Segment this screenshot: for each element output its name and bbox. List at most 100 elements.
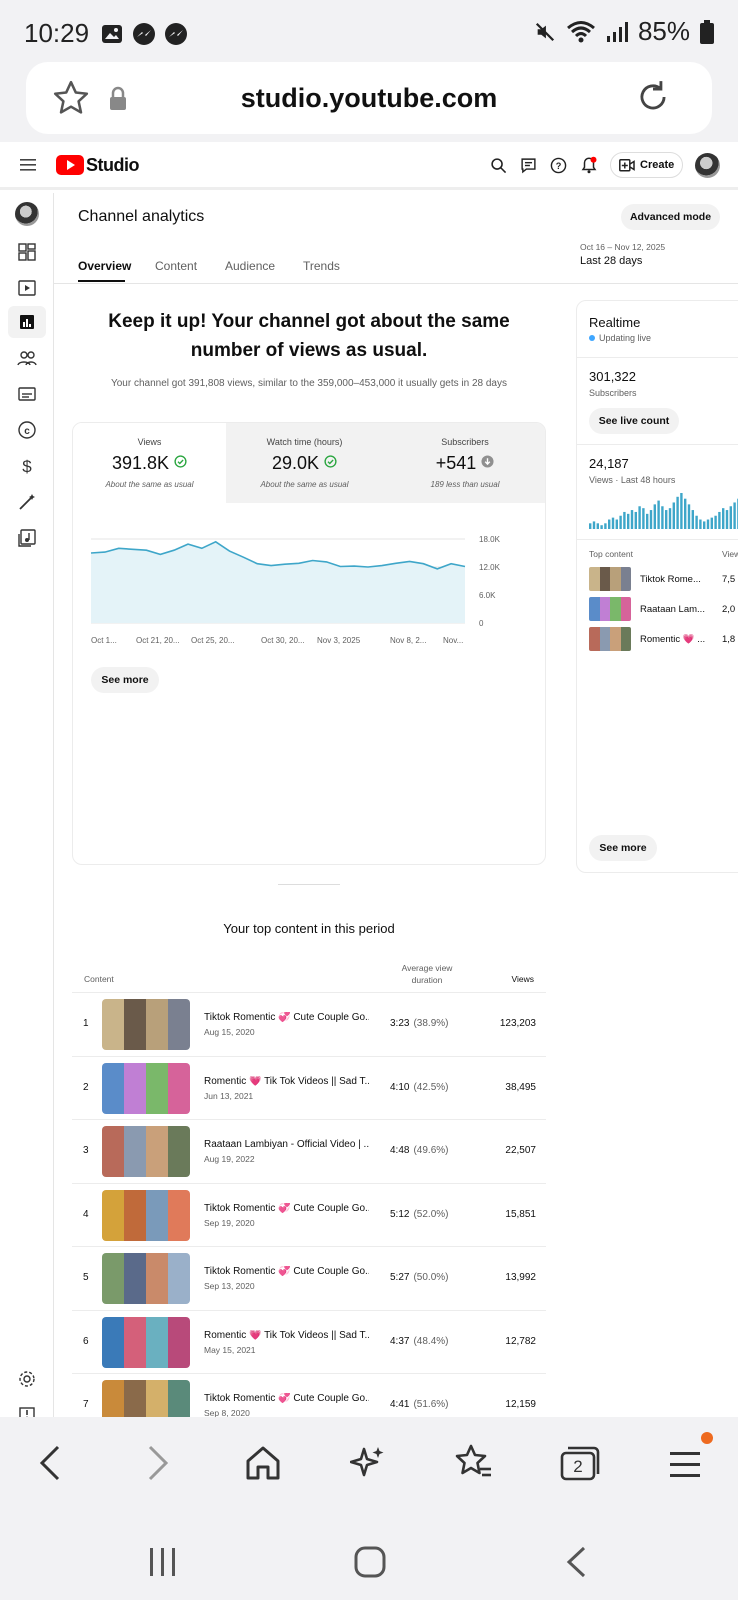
table-row[interactable]: 7 Tiktok Romentic 💞 Cute Couple Go... Sep … (72, 1373, 546, 1417)
address-bar[interactable]: studio.youtube.com (26, 62, 712, 134)
avg-view-duration: 4:41 (51.6%) (390, 1399, 449, 1410)
video-title[interactable]: Tiktok Romentic 💞 Cute Couple Go... (204, 1012, 369, 1023)
metric-subscribers[interactable]: Subscribers +541 189 less than usual (383, 423, 545, 503)
menu-icon[interactable] (20, 158, 36, 172)
live-dot-icon (589, 335, 595, 341)
audio-library-icon[interactable] (17, 528, 37, 548)
row-rank: 3 (83, 1145, 89, 1156)
realtime-bar (649, 510, 653, 529)
dashboard-icon[interactable] (17, 242, 37, 262)
forward-icon[interactable] (144, 1443, 172, 1483)
realtime-bar (653, 504, 656, 529)
video-title[interactable]: Romentic 💗 Tik Tok Videos || Sad T... (204, 1330, 369, 1341)
recent-apps-icon[interactable] (148, 1546, 178, 1578)
y-tick-label: 6.0K (479, 591, 496, 600)
table-row[interactable]: 6 Romentic 💗 Tik Tok Videos || Sad T... Ma… (72, 1309, 546, 1373)
search-icon[interactable] (490, 157, 507, 174)
messenger-icon (133, 23, 155, 45)
video-title[interactable]: Tiktok Romentic 💞 Cute Couple Go... (204, 1266, 369, 1277)
y-tick-label: 18.0K (479, 535, 501, 544)
realtime-content-item[interactable]: Raataan Lam... 2,0 (589, 597, 738, 621)
notifications-icon[interactable] (580, 156, 598, 174)
realtime-bar (596, 523, 599, 529)
advanced-mode-button[interactable]: Advanced mode (621, 204, 720, 230)
metric-label: Views (137, 437, 162, 447)
see-live-count-button[interactable]: See live count (589, 408, 679, 434)
feedback-icon[interactable] (520, 157, 537, 174)
customization-icon[interactable] (17, 492, 37, 512)
video-title[interactable]: Tiktok Romentic 💞 Cute Couple Go... (204, 1203, 369, 1214)
back-icon[interactable] (36, 1443, 64, 1483)
table-row[interactable]: 1 Tiktok Romentic 💞 Cute Couple Go... Aug … (72, 992, 546, 1055)
realtime-bar (634, 511, 637, 529)
sidebar-item-analytics[interactable] (8, 306, 46, 338)
system-back-icon[interactable] (564, 1545, 588, 1579)
table-row[interactable]: 2 Romentic 💗 Tik Tok Videos || Sad T... Ju… (72, 1055, 546, 1119)
video-title[interactable]: Tiktok Romentic 💞 Cute Couple Go... (204, 1393, 369, 1404)
realtime-see-more-button[interactable]: See more (589, 835, 657, 861)
earn-icon[interactable]: $ (17, 456, 37, 476)
ai-sparkle-icon[interactable] (350, 1445, 386, 1481)
browser-menu-icon[interactable] (668, 1449, 702, 1479)
video-thumbnail[interactable] (102, 1062, 190, 1114)
views-chart[interactable]: 18.0K 12.0K 6.0K 0 Oct 1... Oct 21, 20... Oct… (73, 531, 546, 649)
realtime-bar (710, 517, 713, 529)
content-icon[interactable] (17, 278, 37, 298)
realtime-subs-label: Subscribers (589, 388, 637, 398)
period-label[interactable]: Last 28 days (580, 255, 642, 267)
video-title[interactable]: Raataan Lambiyan - Official Video | ... (204, 1139, 369, 1150)
see-more-button[interactable]: See more (91, 667, 159, 693)
divider (577, 539, 738, 540)
home-icon[interactable] (244, 1445, 282, 1481)
metric-watch-time[interactable]: Watch time (hours) 29.0K About the same … (226, 423, 383, 503)
x-tick-label: Oct 21, 20... (136, 636, 180, 645)
send-feedback-icon[interactable] (17, 1405, 37, 1417)
tab-audience[interactable]: Audience (225, 259, 275, 273)
metric-views[interactable]: Views 391.8K About the same as usual (73, 423, 226, 503)
community-icon[interactable] (17, 348, 37, 368)
realtime-bar (619, 515, 622, 529)
video-add-icon (619, 159, 635, 172)
x-tick-label: Oct 1... (91, 636, 117, 645)
table-row[interactable]: 5 Tiktok Romentic 💞 Cute Couple Go... Sep … (72, 1246, 546, 1309)
realtime-bar (657, 500, 660, 529)
gallery-icon (102, 25, 122, 43)
tabs-button[interactable]: 2 (560, 1445, 600, 1481)
video-date: Sep 8, 2020 (204, 1408, 250, 1417)
date-range[interactable]: Oct 16 – Nov 12, 2025 (580, 242, 665, 252)
help-icon[interactable]: ? (550, 157, 567, 174)
realtime-bar (714, 515, 717, 529)
home-button-icon[interactable] (354, 1546, 386, 1578)
create-button[interactable]: Create (610, 152, 683, 178)
video-title[interactable]: Romentic 💗 Tik Tok Videos || Sad T... (204, 1076, 369, 1087)
realtime-content-item[interactable]: Tiktok Rome... 7,5 (589, 567, 738, 591)
table-row[interactable]: 4 Tiktok Romentic 💞 Cute Couple Go... Sep … (72, 1182, 546, 1246)
realtime-bar (623, 511, 626, 529)
video-thumbnail[interactable] (102, 1316, 190, 1368)
tab-overview[interactable]: Overview (78, 259, 131, 273)
youtube-logo-icon[interactable] (56, 155, 84, 175)
video-thumbnail[interactable] (102, 1189, 190, 1241)
realtime-subs-value: 301,322 (589, 369, 636, 384)
row-rank: 1 (83, 1018, 89, 1029)
settings-icon[interactable] (17, 1369, 37, 1389)
x-tick-label: Nov... (443, 636, 463, 645)
copyright-icon[interactable]: c (17, 420, 37, 440)
avatar[interactable] (695, 153, 720, 178)
channel-avatar[interactable] (15, 202, 39, 226)
subtitles-icon[interactable] (17, 384, 37, 404)
metric-value: 391.8K (73, 453, 226, 474)
reload-icon[interactable] (634, 78, 672, 116)
video-thumbnail[interactable] (102, 1253, 190, 1304)
table-row[interactable]: 3 Raataan Lambiyan - Official Video | ...… (72, 1119, 546, 1182)
url-text[interactable]: studio.youtube.com (26, 83, 712, 114)
video-thumbnail[interactable] (102, 1380, 190, 1417)
tab-trends[interactable]: Trends (303, 259, 340, 273)
bookmarks-icon[interactable] (454, 1443, 494, 1483)
studio-header: Studio ? Create (0, 142, 738, 190)
video-thumbnail[interactable] (102, 1126, 190, 1177)
tab-content[interactable]: Content (155, 259, 197, 273)
video-thumbnail[interactable] (102, 999, 190, 1050)
brand-text[interactable]: Studio (86, 155, 140, 176)
realtime-content-item[interactable]: Romentic 💗 ... 1,8 (589, 627, 738, 651)
